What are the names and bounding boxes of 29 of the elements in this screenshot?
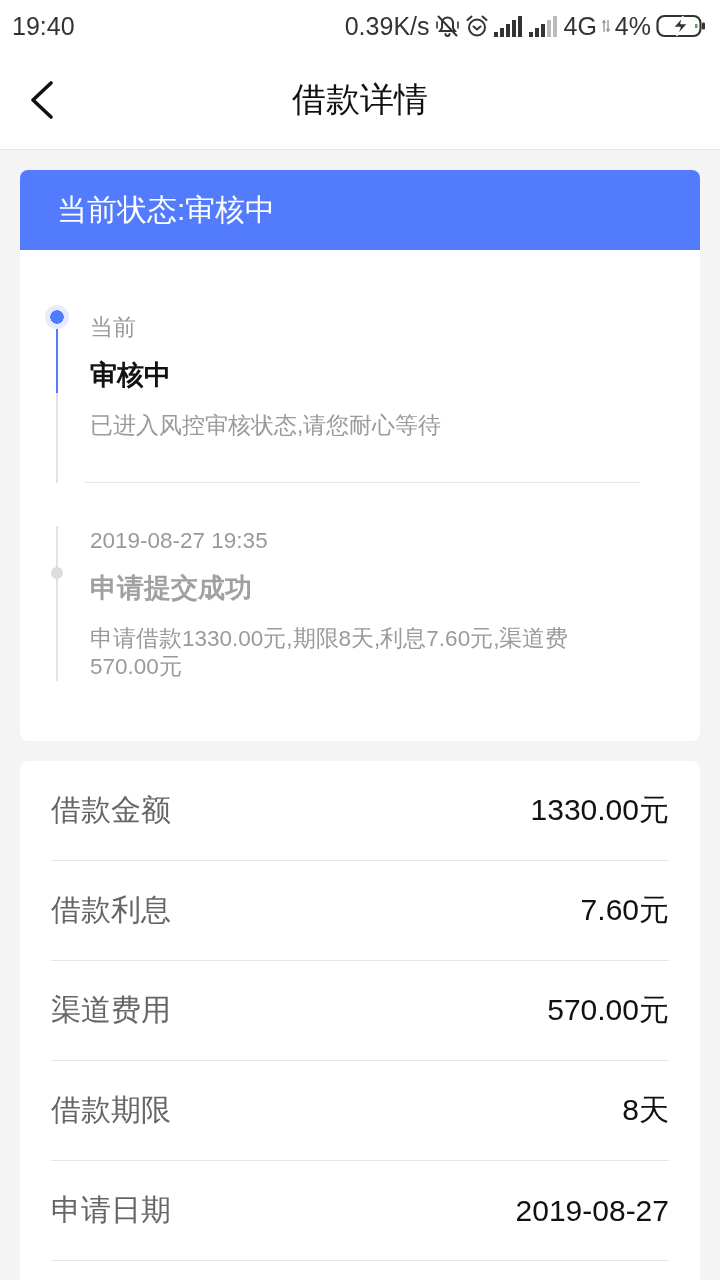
clock-time: 19:40 (12, 11, 75, 41)
detail-label: 借款利息 (51, 892, 171, 928)
detail-label: 渠道费用 (51, 992, 171, 1028)
detail-label: 借款期限 (51, 1092, 171, 1128)
network-type: 4G (563, 11, 597, 41)
timeline-time: 当前 (90, 314, 137, 342)
status-header: 当前状态:审核中 (20, 170, 700, 250)
timeline-description: 已进入风控审核状态,请您耐心等待 (90, 412, 443, 440)
alarm-clock-icon (464, 14, 489, 38)
detail-value: 570.00元 (547, 992, 669, 1028)
chevron-left-icon (30, 81, 54, 119)
signal-icon (493, 15, 524, 37)
detail-value: 2019-08-27 (515, 1193, 669, 1228)
network-speed: 0.39K/s (344, 11, 430, 41)
battery-charging-icon (656, 14, 706, 38)
signal-icon (528, 15, 559, 37)
page-title: 借款详情 (292, 80, 428, 120)
battery-percent: 4% (614, 11, 651, 41)
detail-value: 8天 (622, 1092, 669, 1128)
timeline-description: 申请借款1330.00元,期限8天,利息7.60元,渠道费570.00元 (90, 625, 570, 681)
bell-off-icon (434, 14, 460, 38)
detail-value: 7.60元 (580, 892, 669, 928)
timeline-title: 审核中 (90, 359, 172, 392)
timeline-time: 2019-08-27 19:35 (90, 527, 269, 555)
data-arrows-icon (601, 19, 610, 33)
detail-label: 借款金额 (51, 792, 171, 828)
detail-value: 1330.00元 (530, 792, 669, 828)
detail-label: 申请日期 (51, 1192, 171, 1228)
timeline-title: 申请提交成功 (90, 572, 253, 605)
